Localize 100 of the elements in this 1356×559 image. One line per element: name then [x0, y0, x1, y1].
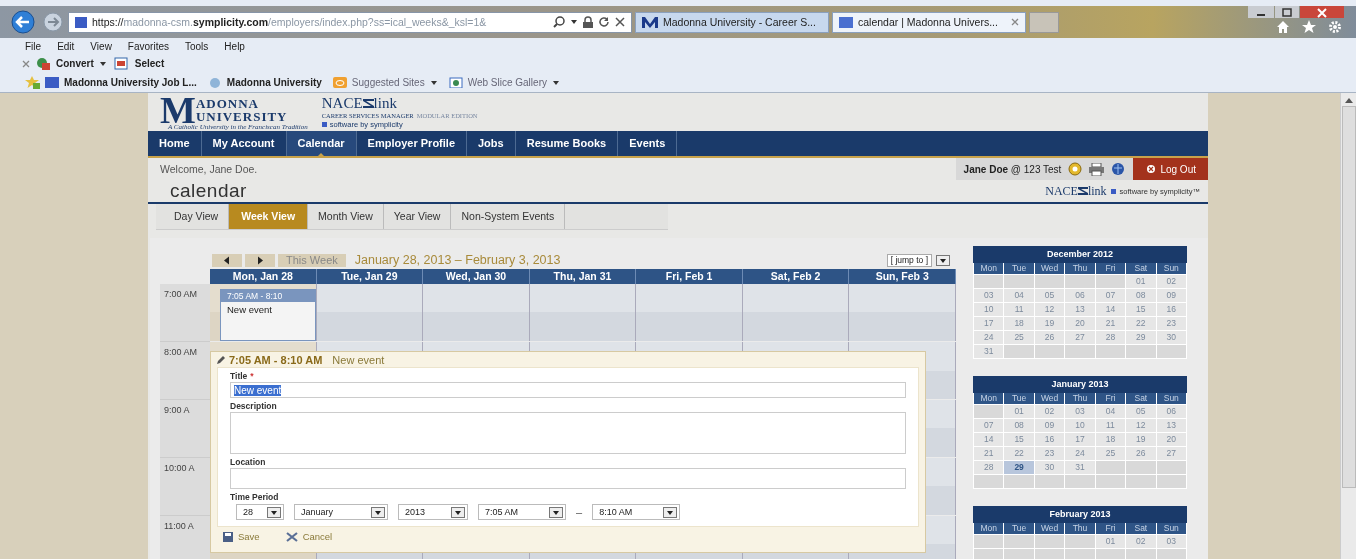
favorites-icon[interactable]	[24, 76, 40, 89]
calendar-day[interactable]: 25	[1095, 447, 1126, 460]
calendar-day[interactable]: 14	[1095, 303, 1126, 316]
event-block[interactable]: 7:05 AM - 8:10 New event	[220, 289, 316, 341]
refresh-icon[interactable]	[598, 16, 610, 28]
nav-tab[interactable]: Resume Books	[515, 131, 619, 156]
calendar-day[interactable]: 04	[1004, 289, 1034, 302]
forward-button[interactable]	[41, 11, 65, 33]
calendar-day[interactable]: 21	[974, 447, 1004, 460]
calendar-day[interactable]: 24	[974, 331, 1004, 344]
calendar-day[interactable]: 03	[1156, 535, 1186, 548]
dropdown-field[interactable]: 2013	[398, 504, 468, 520]
calendar-day[interactable]: 17	[1065, 433, 1095, 446]
calendar-day[interactable]: 22	[1004, 447, 1034, 460]
calendar-day[interactable]: 19	[1126, 433, 1156, 446]
favorites-link[interactable]: Madonna University	[226, 77, 322, 88]
calendar-day[interactable]: 21	[1095, 317, 1126, 330]
calendar-day[interactable]: 17	[974, 317, 1004, 330]
logout-button[interactable]: Log Out	[1133, 158, 1208, 180]
browser-tab[interactable]: calendar | Madonna Univers...	[832, 11, 1026, 33]
dropdown-field[interactable]: 8:10 AM	[592, 504, 681, 520]
toolbar-button[interactable]: Select	[134, 58, 165, 69]
scrollbar-thumb[interactable]	[1341, 106, 1356, 488]
calendar-day[interactable]: 06	[1065, 289, 1095, 302]
calendar-day[interactable]: 05	[1126, 405, 1156, 418]
calendar-day[interactable]: 03	[1065, 405, 1095, 418]
location-field[interactable]	[230, 468, 906, 489]
dropdown-field[interactable]: January	[294, 504, 388, 520]
calendar-day[interactable]: 20	[1065, 317, 1095, 330]
calendar-day[interactable]: 08	[1126, 289, 1156, 302]
this-week-button[interactable]: This Week	[278, 253, 346, 267]
calendar-day[interactable]: 02	[1156, 275, 1186, 288]
star-icon[interactable]	[1302, 20, 1316, 33]
previous-button[interactable]	[212, 253, 242, 267]
calendar-day[interactable]: 11	[1004, 303, 1034, 316]
globe-icon[interactable]	[1111, 162, 1126, 176]
menu-item[interactable]: Edit	[57, 41, 75, 54]
close-icon[interactable]	[1011, 18, 1019, 26]
printer-icon[interactable]	[1089, 162, 1105, 176]
menu-item[interactable]: Favorites	[127, 41, 169, 54]
calendar-day[interactable]: 16	[1156, 303, 1186, 316]
menu-item[interactable]: Help	[224, 41, 245, 54]
calendar-day[interactable]: 31	[1065, 461, 1095, 474]
favorites-link[interactable]: Web Slice Gallery	[467, 77, 560, 88]
calendar-day[interactable]: 05	[1034, 289, 1065, 302]
close-icon[interactable]	[615, 17, 625, 27]
view-tab[interactable]: Week View	[229, 204, 309, 229]
calendar-day[interactable]: 23	[1034, 447, 1065, 460]
calendar-day[interactable]: 25	[1004, 331, 1034, 344]
calendar-day[interactable]: 18	[1095, 433, 1126, 446]
calendar-day[interactable]: 30	[1156, 331, 1186, 344]
caret-icon[interactable]	[551, 78, 560, 87]
scroll-up-icon[interactable]	[1344, 97, 1353, 103]
toolbar-button[interactable]: Convert	[56, 58, 107, 69]
calendar-day[interactable]: 18	[1004, 317, 1034, 330]
search-icon[interactable]	[553, 16, 565, 28]
next-button[interactable]	[245, 253, 275, 267]
scrollbar[interactable]	[1340, 93, 1356, 559]
address-text[interactable]: https://madonna-csm.symplicity.com/employers/index.php?ss=ical_weeks&_ksl=1&	[92, 16, 548, 28]
calendar-day[interactable]: 24	[1065, 447, 1095, 460]
maximize-button[interactable]	[1275, 6, 1299, 18]
calendar-day[interactable]: 03	[974, 289, 1004, 302]
view-tab[interactable]: Month View	[308, 204, 384, 229]
favorites-link[interactable]: Madonna University Job L...	[64, 77, 197, 88]
dropdown-field[interactable]: 28	[236, 504, 284, 520]
home-icon[interactable]	[1276, 20, 1290, 33]
calendar-day[interactable]: 13	[1065, 303, 1095, 316]
calendar-day[interactable]: 16	[1034, 433, 1065, 446]
caret-icon[interactable]	[98, 59, 107, 68]
calendar-day[interactable]: 11	[1095, 419, 1126, 432]
calendar-day[interactable]: 10	[974, 303, 1004, 316]
calendar-day[interactable]: 09	[1156, 289, 1186, 302]
nav-tab[interactable]: My Account	[201, 131, 287, 156]
menu-item[interactable]: File	[25, 41, 42, 54]
dropdown-field[interactable]: 7:05 AM	[478, 504, 566, 520]
calendar-day[interactable]: 19	[1034, 317, 1065, 330]
nav-tab[interactable]: Home	[148, 131, 202, 156]
minimize-button[interactable]	[1248, 6, 1274, 18]
calendar-day[interactable]: 02	[1126, 535, 1156, 548]
nav-tab[interactable]: Jobs	[467, 131, 516, 156]
calendar-day[interactable]: 14	[974, 433, 1004, 446]
calendar-day[interactable]: 01	[1095, 535, 1126, 548]
calendar-day[interactable]: 08	[1004, 419, 1034, 432]
back-button[interactable]	[8, 10, 38, 34]
calendar-day[interactable]: 07	[1095, 289, 1126, 302]
calendar-day[interactable]: 12	[1034, 303, 1065, 316]
calendar-day[interactable]: 26	[1034, 331, 1065, 344]
calendar-day[interactable]: 09	[1034, 419, 1065, 432]
menu-item[interactable]: View	[90, 41, 112, 54]
settings-icon[interactable]	[1328, 20, 1342, 34]
calendar-day[interactable]: 23	[1156, 317, 1186, 330]
title-field[interactable]: New event	[230, 382, 906, 398]
calendar-day[interactable]: 01	[1126, 275, 1156, 288]
description-field[interactable]	[230, 412, 906, 454]
help-icon[interactable]	[1068, 162, 1083, 176]
calendar-day[interactable]: 07	[974, 419, 1004, 432]
view-tab[interactable]: Year View	[383, 204, 452, 229]
calendar-day[interactable]: 28	[974, 461, 1004, 474]
close-button[interactable]	[1300, 6, 1344, 18]
calendar-day[interactable]: 27	[1065, 331, 1095, 344]
